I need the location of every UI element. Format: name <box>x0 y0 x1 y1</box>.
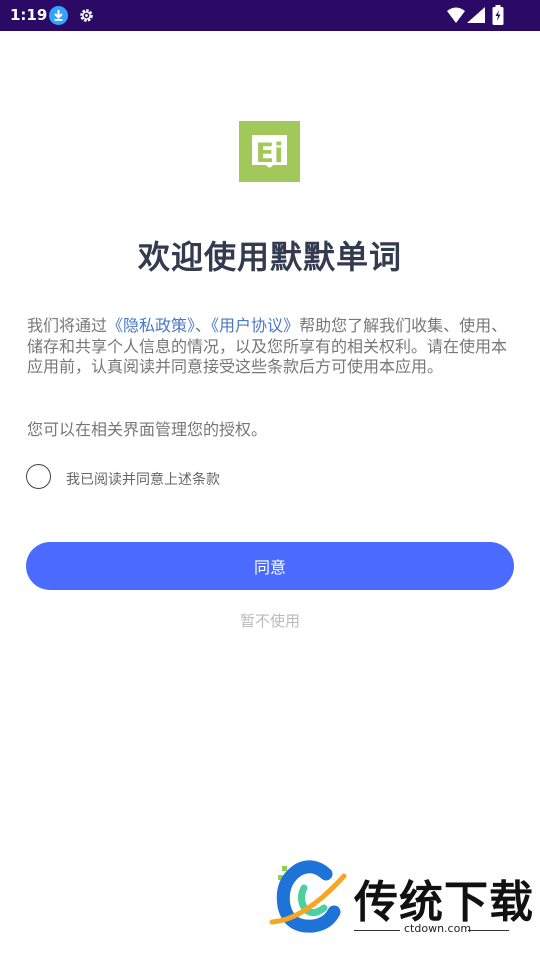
privacy-text: 我们将通过《隐私政策》、《用户协议》帮助您了解我们收集、使用、储存和共享个人信息… <box>27 316 517 378</box>
agree-checkbox[interactable] <box>26 464 51 489</box>
status-time: 1:19 <box>10 6 48 24</box>
signal-icon <box>467 7 485 27</box>
agree-button[interactable]: 同意 <box>26 542 514 590</box>
watermark-line-right <box>468 930 509 931</box>
gear-icon <box>77 6 96 25</box>
privacy-policy-link[interactable]: 《隐私政策》 <box>107 316 195 335</box>
privacy-separator: 、 <box>195 316 212 335</box>
agree-terms-row[interactable]: 我已阅读并同意上述条款 <box>26 464 326 491</box>
logo-letter: Ei <box>256 138 284 169</box>
download-icon <box>49 6 68 25</box>
status-bar: 1:19 <box>0 0 540 31</box>
watermark-logo-icon <box>268 860 348 940</box>
watermark-text: 传统下载 <box>354 877 534 928</box>
app-logo: Ei <box>239 121 300 182</box>
authorization-note: 您可以在相关界面管理您的授权。 <box>27 420 268 439</box>
user-agreement-link[interactable]: 《用户协议》 <box>211 316 299 335</box>
wifi-icon <box>447 7 465 27</box>
page-title: 欢迎使用默默单词 <box>137 238 402 276</box>
watermark-line-left <box>354 930 400 931</box>
privacy-text-intro: 我们将通过 <box>27 316 108 335</box>
battery-icon <box>492 5 504 29</box>
watermark-url: ctdown.com <box>404 922 472 935</box>
agree-checkbox-label: 我已阅读并同意上述条款 <box>66 472 220 488</box>
decline-button[interactable]: 暂不使用 <box>0 610 540 631</box>
